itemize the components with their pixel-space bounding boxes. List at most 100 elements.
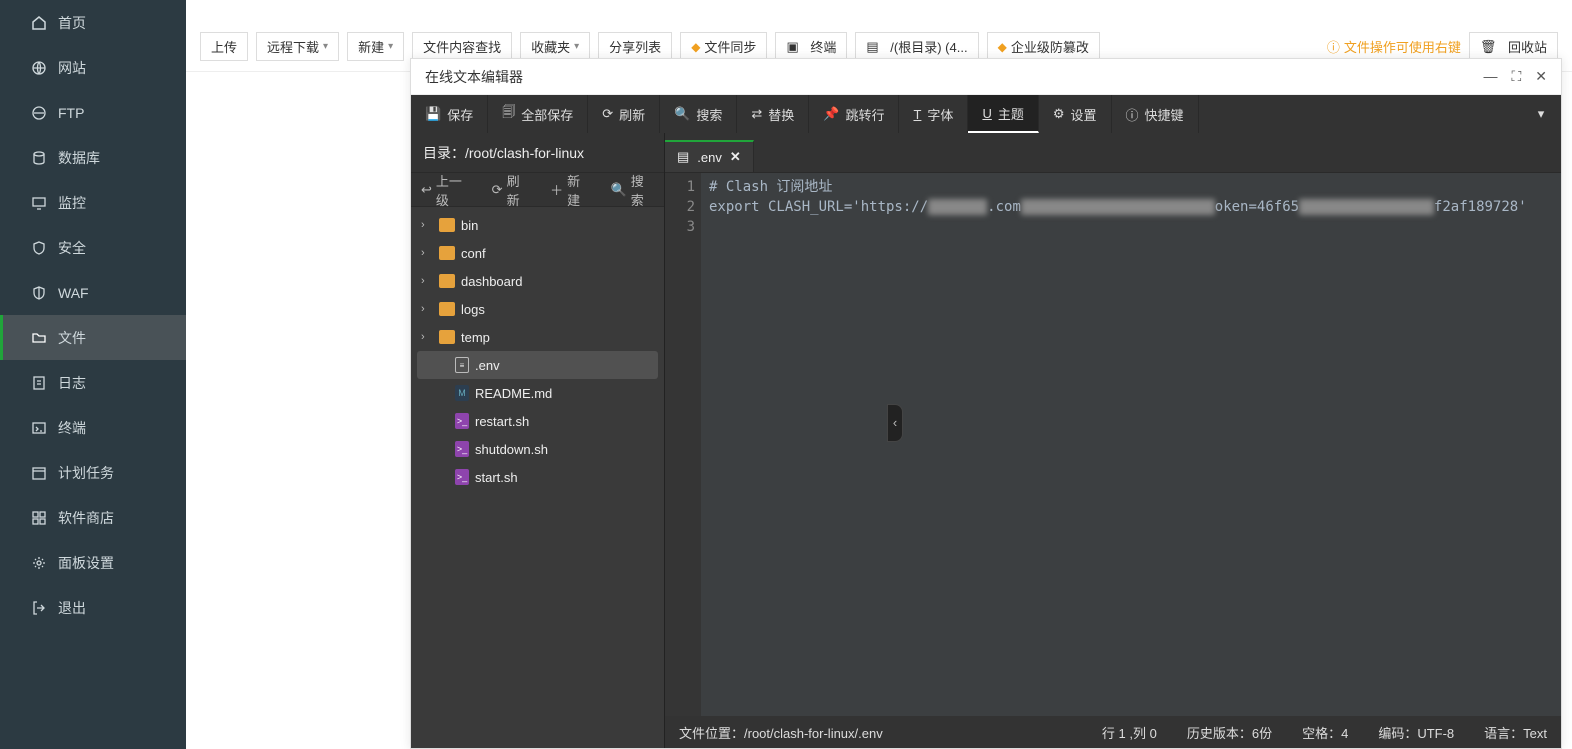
trash-icon: 🗑 xyxy=(1480,39,1497,55)
save-all-button[interactable]: 🗐全部保存 xyxy=(488,95,588,133)
plus-icon: ＋ xyxy=(550,180,563,199)
tree-label: logs xyxy=(461,302,485,317)
chevron-down-icon: ▾ xyxy=(1538,106,1545,122)
sidebar-item-appstore[interactable]: 软件商店 xyxy=(0,495,186,540)
gear-icon: ⚙ xyxy=(1053,106,1065,122)
tree-label: bin xyxy=(461,218,478,233)
new-button[interactable]: 新建▾ xyxy=(347,32,404,61)
refresh-button[interactable]: ⟳刷新 xyxy=(482,173,540,206)
directory-path: 目录：/root/clash-for-linux xyxy=(411,133,664,173)
monitor-icon xyxy=(30,194,48,212)
tree-label: temp xyxy=(461,330,490,345)
goto-icon: 📌 xyxy=(823,106,839,122)
search-button[interactable]: 🔍搜索 xyxy=(601,173,664,206)
replace-icon: ⇄ xyxy=(751,106,762,122)
encoding[interactable]: 编码：UTF-8 xyxy=(1378,723,1454,742)
refresh-icon: ⟳ xyxy=(602,106,613,122)
code-editor[interactable]: 123 # Clash 订阅地址export CLASH_URL='https:… xyxy=(665,173,1561,716)
chevron-left-icon: ‹ xyxy=(893,415,897,430)
settings-icon xyxy=(30,554,48,572)
sidebar-item-site[interactable]: 网站 xyxy=(0,45,186,90)
settings-button[interactable]: ⚙设置 xyxy=(1039,95,1112,133)
shield-icon xyxy=(30,239,48,257)
globe-icon xyxy=(30,59,48,77)
sidebar-item-security[interactable]: 安全 xyxy=(0,225,186,270)
code-content[interactable]: # Clash 订阅地址export CLASH_URL='https://xx… xyxy=(701,173,1535,716)
replace-button[interactable]: ⇄替换 xyxy=(737,95,809,133)
tree-item-logs[interactable]: › logs xyxy=(411,295,664,323)
tree-item-READMEmd[interactable]: MREADME.md xyxy=(411,379,664,407)
sidebar-item-ftp[interactable]: FTP xyxy=(0,90,186,135)
chevron-right-icon: › xyxy=(421,275,433,287)
sidebar-item-monitor[interactable]: 监控 xyxy=(0,180,186,225)
file-icon: ≡ xyxy=(455,357,469,373)
save-all-icon: 🗐 xyxy=(502,103,515,125)
folder-icon xyxy=(439,330,455,344)
sidebar-item-files[interactable]: 文件 xyxy=(0,315,186,360)
maximize-icon[interactable]: ⛶ xyxy=(1511,68,1521,85)
goto-button[interactable]: 📌跳转行 xyxy=(809,95,899,133)
tree-label: README.md xyxy=(475,386,552,401)
font-button[interactable]: T字体 xyxy=(899,95,968,133)
tree-item-dashboard[interactable]: ›dashboard xyxy=(411,267,664,295)
close-icon[interactable]: ✕ xyxy=(1535,68,1547,85)
tree-item-restartsh[interactable]: >_restart.sh xyxy=(411,407,664,435)
sidebar-item-cron[interactable]: 计划任务 xyxy=(0,450,186,495)
theme-icon: U xyxy=(982,106,991,121)
refresh-button[interactable]: ⟳刷新 xyxy=(588,95,660,133)
ftp-icon xyxy=(30,104,48,122)
sidebar-item-home[interactable]: 首页 xyxy=(0,0,186,45)
sidebar-item-logs[interactable]: 日志 xyxy=(0,360,186,405)
tree-item-env[interactable]: ≡.env xyxy=(417,351,658,379)
chevron-right-icon: › xyxy=(421,303,433,315)
close-tab-icon[interactable]: ✕ xyxy=(730,149,741,165)
favorites-button[interactable]: 收藏夹▾ xyxy=(520,32,590,61)
up-button[interactable]: ↩上一级 xyxy=(411,173,482,206)
recycle-button[interactable]: 🗑 回收站 xyxy=(1469,32,1558,61)
sidebar-item-exit[interactable]: 退出 xyxy=(0,585,186,630)
toolbar-more-button[interactable]: ▾ xyxy=(1521,95,1561,133)
tree-item-temp[interactable]: ›temp xyxy=(411,323,664,351)
history-versions[interactable]: 历史版本：6份 xyxy=(1187,723,1272,742)
window-titlebar: 在线文本编辑器 — ⛶ ✕ xyxy=(411,59,1561,95)
right-click-hint: ⓘ文件操作可使用右键 xyxy=(1327,37,1461,56)
content-search-button[interactable]: 文件内容查找 xyxy=(412,32,512,61)
folder-icon xyxy=(30,329,48,347)
minimize-icon[interactable]: — xyxy=(1483,68,1497,85)
search-button[interactable]: 🔍搜索 xyxy=(660,95,737,133)
upload-button[interactable]: 上传 xyxy=(200,32,248,61)
folder-icon xyxy=(439,274,455,288)
sidebar-item-db[interactable]: 数据库 xyxy=(0,135,186,180)
search-icon: 🔍 xyxy=(611,182,627,198)
file-sync-button[interactable]: ◆文件同步 xyxy=(680,32,767,61)
tree-item-shutdownsh[interactable]: >_shutdown.sh xyxy=(411,435,664,463)
tree-item-bin[interactable]: ›bin xyxy=(411,211,664,239)
indent-setting[interactable]: 空格：4 xyxy=(1302,723,1348,742)
theme-button[interactable]: U主题 xyxy=(968,95,1038,133)
collapse-tree-handle[interactable]: ‹ xyxy=(887,404,903,442)
sidebar-item-waf[interactable]: WAF xyxy=(0,270,186,315)
language-mode[interactable]: 语言：Text xyxy=(1484,723,1547,742)
new-button[interactable]: ＋新建 xyxy=(540,173,600,206)
tree-item-conf[interactable]: ›conf xyxy=(411,239,664,267)
rootdir-button[interactable]: ▤ /(根目录) (4... xyxy=(855,32,978,61)
save-button[interactable]: 💾保存 xyxy=(411,95,488,133)
tree-item-startsh[interactable]: >_start.sh xyxy=(411,463,664,491)
folder-icon xyxy=(439,218,455,232)
up-icon: ↩ xyxy=(421,182,432,198)
shortcuts-button[interactable]: ⓘ快捷键 xyxy=(1112,95,1199,133)
terminal-button[interactable]: ▣ 终端 xyxy=(775,32,847,61)
enterprise-button[interactable]: ◆企业级防篡改 xyxy=(987,32,1100,61)
tree-label: shutdown.sh xyxy=(475,442,548,457)
terminal-icon: ▣ xyxy=(786,39,798,55)
log-icon xyxy=(30,374,48,392)
appstore-icon xyxy=(30,509,48,527)
remote-download-button[interactable]: 远程下载▾ xyxy=(256,32,339,61)
share-list-button[interactable]: 分享列表 xyxy=(598,32,672,61)
cursor-position[interactable]: 行 1 ,列 0 xyxy=(1102,723,1157,742)
exit-icon xyxy=(30,599,48,617)
tab-env[interactable]: ▤.env✕ xyxy=(665,140,754,172)
sidebar-item-terminal[interactable]: 终端 xyxy=(0,405,186,450)
line-gutter: 123 xyxy=(665,173,701,716)
sidebar-item-settings[interactable]: 面板设置 xyxy=(0,540,186,585)
